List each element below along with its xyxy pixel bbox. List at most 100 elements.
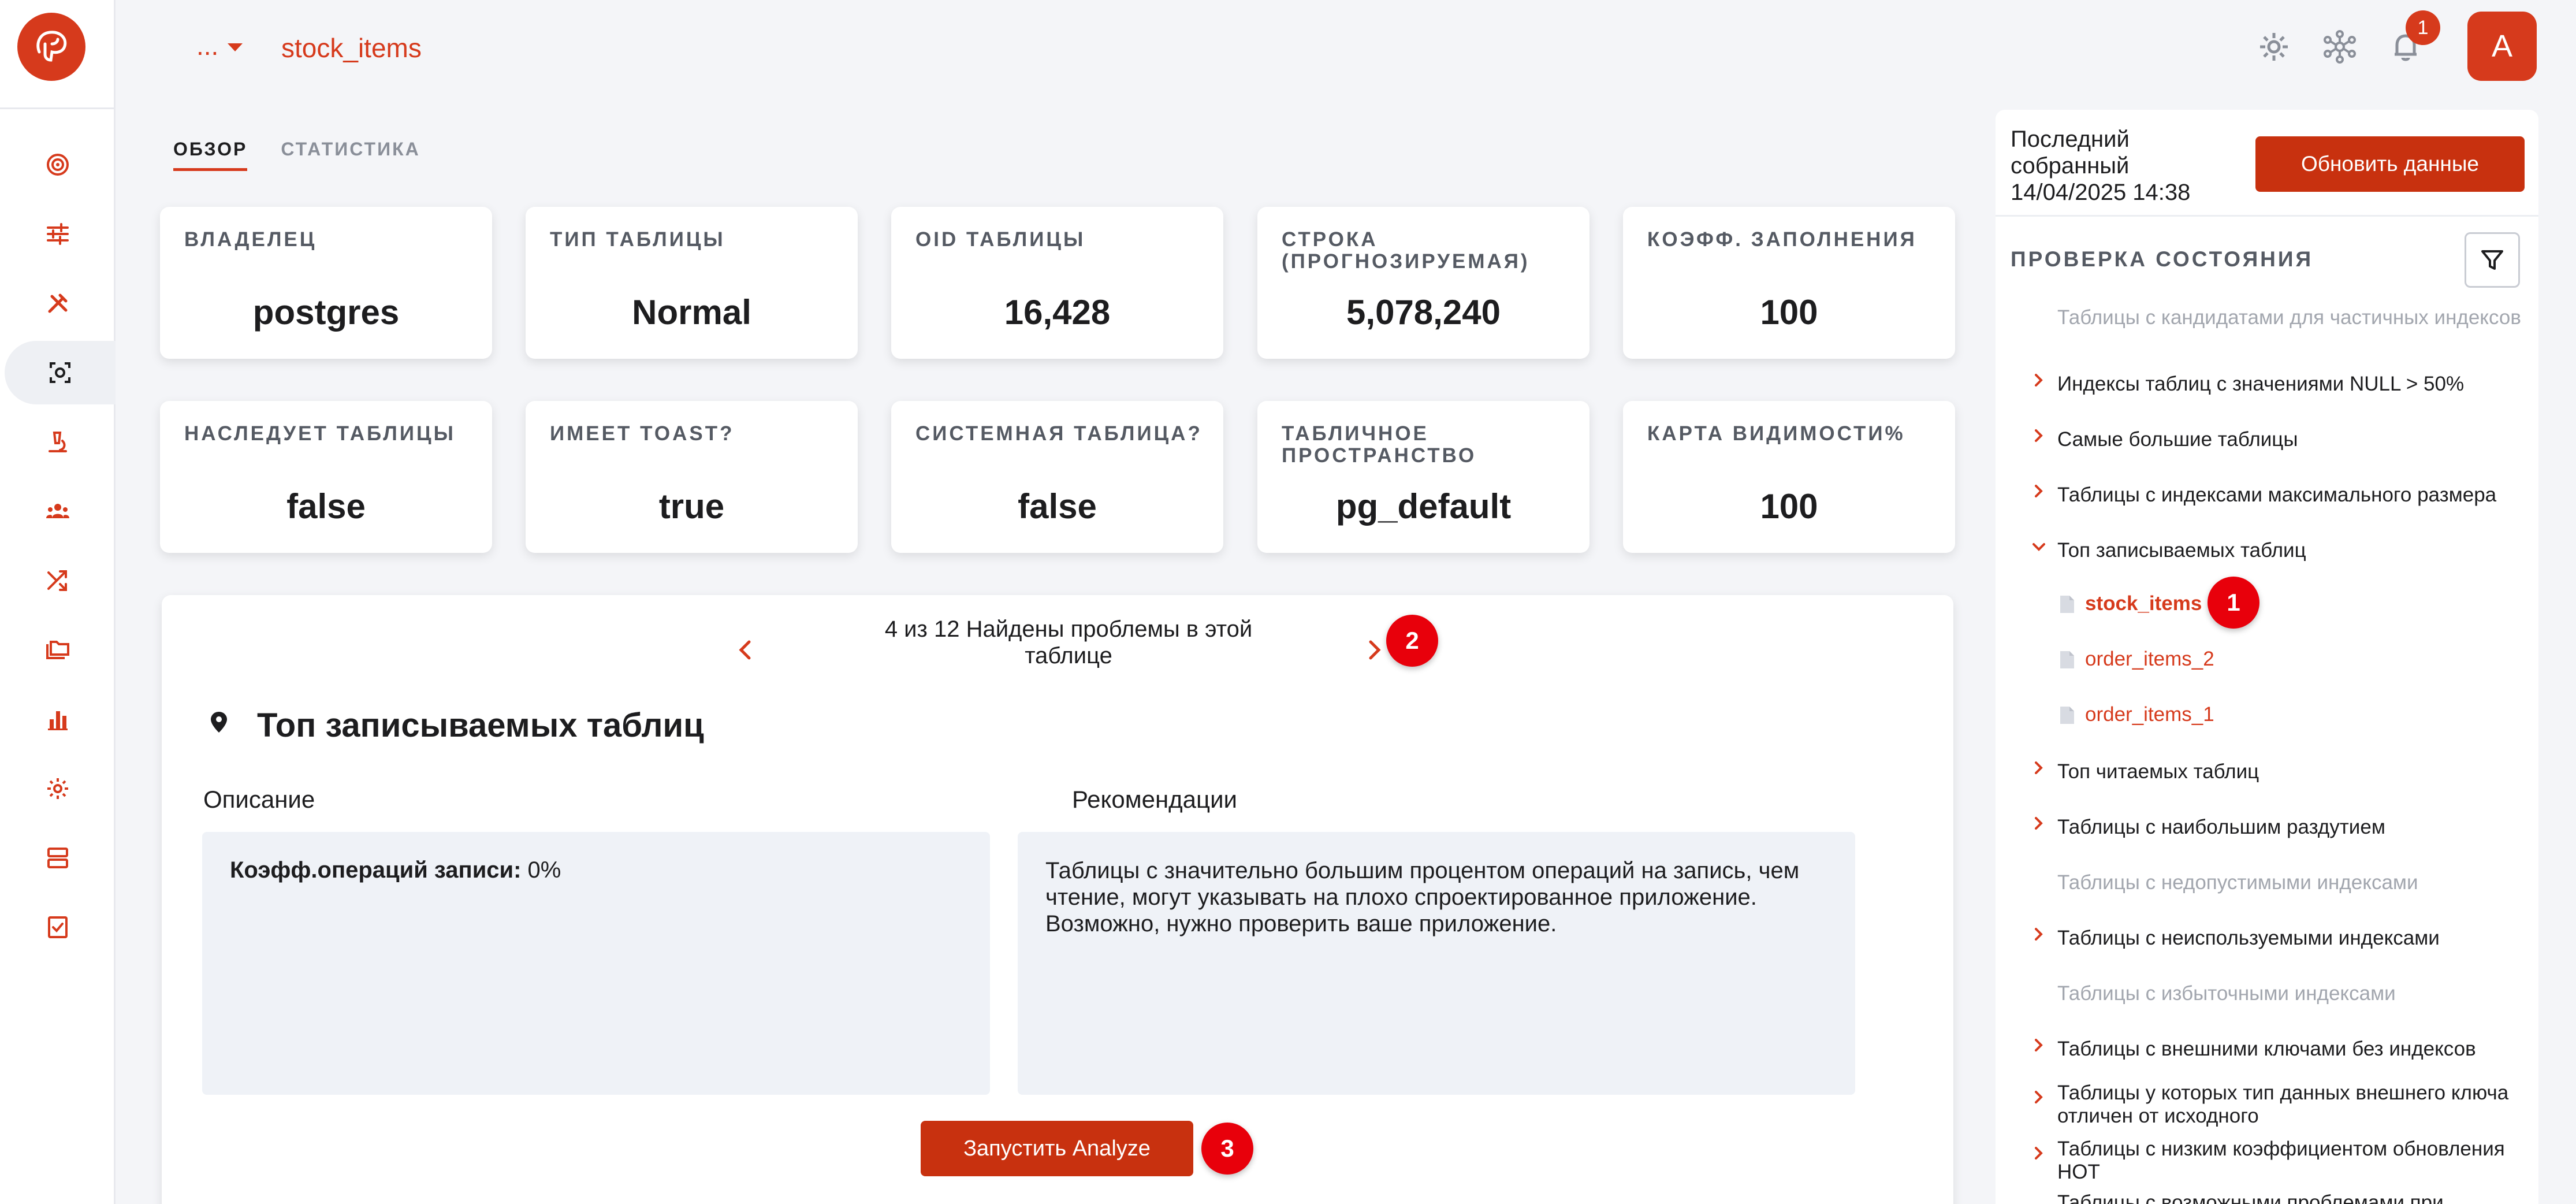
breadcrumb-more-dropdown[interactable]: ...: [196, 30, 243, 61]
chevron-right-icon: [2035, 1091, 2043, 1103]
health-item-label: Индексы таблиц с значениями NULL > 50%: [2057, 373, 2465, 395]
run-analyze-button[interactable]: Запустить Analyze: [921, 1121, 1193, 1176]
panel-divider: [1996, 215, 2538, 217]
stat-label: OID ТАБЛИЦЫ: [915, 228, 1086, 251]
tab-bar: ОБЗОР СТАТИСТИКА: [173, 139, 420, 171]
settings-button[interactable]: [2255, 28, 2293, 66]
health-item-label: Таблицы с индексами максимального размер…: [2057, 484, 2497, 506]
elephant-logo-icon: [36, 31, 67, 62]
rail-divider: [0, 107, 116, 109]
recommendation-box: Таблицы с значительно большим процентом …: [1018, 832, 1855, 1095]
stat-value: postgres: [252, 293, 400, 332]
nav-gear[interactable]: [0, 757, 116, 820]
stat-card-has-toast: ИМЕЕТ TOAST? true: [526, 401, 858, 553]
stat-label: ТАБЛИЧНОЕ ПРОСТРАНСТВО: [1282, 422, 1477, 467]
nav-target[interactable]: [0, 133, 116, 196]
chevron-right-icon: [2035, 817, 2043, 830]
stat-value: false: [1018, 487, 1097, 526]
health-item-label: Топ записываемых таблиц: [2057, 539, 2306, 562]
server-icon: [47, 848, 68, 868]
health-item-label: Таблицы с внешними ключами без индексов: [2057, 1038, 2476, 1060]
microscope-icon: [49, 432, 67, 452]
problem-pager-text: 4 из 12 Найдены проблемы в этой таблице: [884, 616, 1253, 668]
chevron-left-icon: [739, 640, 751, 660]
previous-problem-button[interactable]: [728, 633, 762, 667]
health-item-label: Таблицы с неиспользуемыми индексами: [2057, 927, 2440, 949]
tree-leaf-order-items-1[interactable]: order_items_1: [1996, 701, 2538, 730]
document-icon: [2060, 596, 2074, 613]
top-bar: ... stock_items: [116, 0, 2576, 98]
checklist-icon: [48, 916, 68, 938]
stat-label: ИМЕЕТ TOAST?: [550, 422, 735, 445]
tools-icon: [48, 293, 68, 313]
tab-statistics[interactable]: СТАТИСТИКА: [281, 139, 420, 171]
page-title: stock_items: [281, 33, 422, 63]
step-badge-1: 1: [2208, 577, 2259, 629]
stat-card-owner: ВЛАДЕЛЕЦ postgres: [160, 207, 492, 359]
nav-table-scan[interactable]: [5, 341, 116, 404]
health-check-panel: Последний собранный 14/04/2025 14:38 Обн…: [1996, 110, 2538, 1204]
chevron-right-icon: [2035, 1039, 2043, 1051]
folders-icon: [46, 641, 69, 659]
stat-card-oid: OID ТАБЛИЦЫ 16,428: [891, 207, 1223, 359]
tree-leaf-label: stock_items: [2085, 592, 2202, 615]
nav-settings-sliders[interactable]: [0, 202, 116, 266]
health-item-label: Таблицы с кандидатами для частичных инде…: [2057, 306, 2521, 329]
stat-value: 16,428: [1004, 293, 1111, 332]
tree-leaf-order-items-2[interactable]: order_items_2: [1996, 645, 2538, 674]
location-pin-icon: [211, 712, 227, 733]
tab-overview[interactable]: ОБЗОР: [173, 139, 248, 171]
health-item-label: Таблицы с наибольшим раздутием: [2057, 816, 2385, 838]
nav-checklist[interactable]: [0, 895, 116, 959]
step-badge-3: 3: [1201, 1123, 1253, 1175]
health-check-title: ПРОВЕРКА СОСТОЯНИЯ: [2011, 247, 2314, 271]
issue-title: Топ записываемых таблиц: [257, 707, 704, 744]
health-item-label: Таблицы у которых тип данных внешнего кл…: [2057, 1082, 2509, 1127]
nav-files[interactable]: [0, 618, 116, 682]
write-ratio-key: Коэфф.операций записи:: [230, 857, 522, 883]
stat-value: 100: [1760, 487, 1818, 526]
refresh-data-button[interactable]: Обновить данные: [2255, 136, 2525, 192]
chevron-right-icon: [2035, 928, 2043, 941]
health-item-label: Таблицы с избыточными индексами: [2057, 982, 2396, 1005]
description-box: Коэфф.операций записи: 0%: [202, 832, 990, 1095]
nav-tools[interactable]: [0, 272, 116, 335]
health-item-label: Топ читаемых таблиц: [2057, 760, 2259, 783]
nav-charts[interactable]: [0, 688, 116, 751]
stat-value: true: [658, 487, 725, 526]
topology-button[interactable]: [2321, 28, 2359, 66]
stat-card-fill-factor: КОЭФФ. ЗАПОЛНЕНИЯ 100: [1623, 207, 1955, 359]
health-item-label: Таблицы с низким коэффициентом обновлени…: [2057, 1138, 2505, 1183]
health-item-label: Таблицы с недопустимыми индексами: [2057, 871, 2418, 894]
nav-lab[interactable]: [0, 410, 116, 474]
problem-panel: 4 из 12 Найдены проблемы в этой таблице …: [162, 595, 1953, 1204]
stat-label: СТРОКА (ПРОГНОЗИРУЕМАЯ): [1282, 228, 1530, 273]
stat-label: КАРТА ВИДИМОСТИ%: [1647, 422, 1905, 445]
chevron-right-icon: [2035, 429, 2043, 442]
last-collected-text: Последний собранный 14/04/2025 14:38: [2011, 127, 2191, 205]
stat-label: ВЛАДЕЛЕЦ: [184, 228, 317, 251]
user-avatar[interactable]: A: [2467, 12, 2537, 81]
users-icon: [46, 504, 69, 518]
stat-value: 5,078,240: [1346, 293, 1501, 332]
nav-users[interactable]: [0, 480, 116, 543]
filter-button[interactable]: [2465, 232, 2520, 288]
nav-servers[interactable]: [0, 826, 116, 890]
nav-compare[interactable]: [0, 549, 116, 612]
stat-card-tablespace: ТАБЛИЧНОЕ ПРОСТРАНСТВО pg_default: [1257, 401, 1589, 553]
tree-leaf-stock-items[interactable]: stock_items: [1996, 590, 2538, 619]
chevron-down-icon: [2032, 543, 2045, 551]
stat-card-row-estimate: СТРОКА (ПРОГНОЗИРУЕМАЯ) 5,078,240: [1257, 207, 1589, 359]
app-logo[interactable]: [17, 13, 85, 81]
shuffle-icon: [47, 570, 67, 591]
stat-card-visibility-map: КАРТА ВИДИМОСТИ% 100: [1623, 401, 1955, 553]
stat-value: 100: [1760, 293, 1818, 332]
health-item-label: Таблицы с возможными проблемами при: [2057, 1191, 2444, 1204]
stat-label: ТИП ТАБЛИЦЫ: [550, 228, 725, 251]
tree-leaf-label: order_items_2: [2085, 648, 2214, 670]
caret-down-icon: [228, 43, 243, 51]
description-label: Описание: [203, 786, 315, 813]
bar-chart-icon: [48, 711, 68, 730]
filter-icon: [2481, 250, 2503, 270]
health-item-label: Самые большие таблицы: [2057, 428, 2298, 451]
